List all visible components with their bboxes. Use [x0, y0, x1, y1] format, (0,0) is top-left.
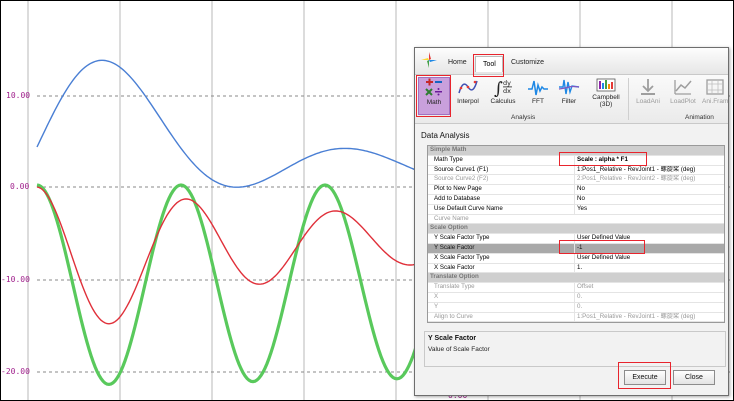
- grid-row[interactable]: X 0.: [428, 292, 724, 303]
- grid-row-value[interactable]: 0.: [574, 292, 722, 302]
- grid-row[interactable]: Y 0.: [428, 302, 724, 313]
- grid-row[interactable]: X Scale Factor Type User Defined Value: [428, 253, 724, 264]
- campbell-button-label: Campbell: [592, 94, 620, 101]
- data-analysis-window: Home Tool Customize Math Interpol ∫ dy d…: [414, 47, 729, 396]
- grid-row-value[interactable]: Offset: [574, 283, 722, 292]
- red-curve: [36, 186, 422, 325]
- grid-row-key: X: [434, 292, 439, 300]
- highlight-execute-button: [618, 362, 671, 389]
- loadani-icon: [641, 79, 655, 95]
- grid-row-key: Math Type: [434, 155, 463, 163]
- grid-row-value[interactable]: Yes: [574, 204, 722, 214]
- campbell-button-sublabel: (3D): [599, 101, 613, 108]
- grid-row-value[interactable]: No: [574, 185, 722, 194]
- y-axis-label-10: 10.00: [6, 91, 31, 100]
- ribbon-separator: [628, 78, 629, 120]
- loadani-button-label: LoadAni: [636, 98, 660, 105]
- grid-row-key: Align to Curve: [434, 312, 473, 320]
- grid-row-value[interactable]: 1:Pos1_Relative - RevJoint1 - 螺旋桨 (deg): [574, 165, 722, 175]
- highlight-math-button: [416, 75, 451, 117]
- aniframe-icon: [706, 79, 724, 95]
- screenshot-frame: 10.00 0.00 -10.00 -20.00 0.00 Home Tool …: [0, 0, 734, 401]
- calculus-button[interactable]: ∫ dy dx Calculus: [488, 77, 518, 111]
- filter-button-label: Filter: [561, 98, 577, 105]
- grid-row-key: X Scale Factor Type: [434, 253, 490, 261]
- help-title: Y Scale Factor: [428, 335, 477, 342]
- highlight-math-type: [559, 152, 647, 166]
- grid-row[interactable]: Curve Name: [428, 215, 724, 225]
- grid-row-key: Y: [434, 302, 439, 310]
- grid-row-value[interactable]: 0.: [574, 302, 722, 312]
- interpol-button[interactable]: Interpol: [455, 77, 481, 111]
- loadplot-button[interactable]: LoadPlot: [668, 77, 698, 111]
- y-axis-label-0: 0.00: [10, 182, 30, 191]
- group-label-animation: Animation: [685, 114, 714, 121]
- filter-button[interactable]: Filter: [557, 77, 581, 111]
- calculus-button-label: Calculus: [490, 98, 516, 105]
- grid-row-key: Source Curve2 (F2): [434, 175, 489, 183]
- svg-text:dx: dx: [503, 87, 511, 95]
- fft-icon: [528, 80, 548, 96]
- grid-row[interactable]: X Scale Factor 1.: [428, 263, 724, 274]
- y-axis-label-neg10: -10.00: [1, 275, 30, 284]
- group-label-analysis: Analysis: [511, 114, 536, 121]
- tab-customize[interactable]: Customize: [511, 59, 544, 66]
- data-analysis-title: Data Analysis: [421, 131, 470, 140]
- grid-row-key: Use Default Curve Name: [434, 204, 503, 212]
- filter-icon: [558, 79, 580, 95]
- grid-row-value[interactable]: No: [574, 194, 722, 204]
- grid-row-key: Y Scale Factor: [434, 243, 475, 251]
- grid-row[interactable]: Plot to New Page No: [428, 185, 724, 195]
- ribbon: Math Interpol ∫ dy dx Calculus FFT Filte…: [415, 75, 728, 124]
- svg-text:dy: dy: [503, 79, 511, 87]
- grid-row-key: Curve Name: [434, 214, 469, 222]
- highlight-y-scale-factor: [559, 240, 645, 254]
- aniframe-button-label: Ani.Fram: [702, 98, 729, 105]
- close-button[interactable]: Close: [673, 370, 715, 385]
- grid-row-value[interactable]: 1:Pos1_Relative - RevJoint1 - 螺旋桨 (deg): [574, 312, 722, 322]
- highlight-tool-tab: [473, 54, 504, 77]
- svg-text:∫: ∫: [494, 79, 503, 97]
- interpol-button-label: Interpol: [457, 98, 479, 105]
- app-logo-icon[interactable]: [420, 51, 438, 74]
- grid-row[interactable]: Add to Database No: [428, 194, 724, 205]
- grid-row-key: Translate Option: [430, 273, 479, 281]
- property-help-panel: Y Scale Factor Value of Scale Factor: [424, 331, 726, 367]
- grid-row-key: Scale Option: [430, 224, 468, 232]
- y-axis-label-neg20: -20.00: [1, 367, 30, 376]
- ribbon-tabs: Home Tool Customize: [415, 48, 728, 75]
- grid-section-header: Translate Option: [428, 273, 724, 284]
- fft-button-label: FFT: [532, 98, 544, 105]
- grid-row[interactable]: Use Default Curve Name Yes: [428, 204, 724, 215]
- grid-row-value[interactable]: 1.: [574, 263, 722, 273]
- grid-row[interactable]: Source Curve1 (F1) 1:Pos1_Relative - RevJ…: [428, 165, 724, 176]
- grid-row-key: Plot to New Page: [434, 185, 482, 193]
- grid-row-key: Simple Math: [430, 146, 467, 153]
- campbell-icon: [596, 78, 616, 92]
- grid-row-key: Translate Type: [434, 283, 475, 291]
- grid-row-key: Source Curve1 (F1): [434, 165, 489, 173]
- blue-curve: [36, 59, 422, 188]
- aniframe-button[interactable]: Ani.Fram: [702, 77, 728, 111]
- grid-row[interactable]: Translate Type Offset: [428, 283, 724, 293]
- loadplot-icon: [674, 80, 692, 95]
- green-curve: [36, 183, 423, 387]
- loadani-button[interactable]: LoadAni: [634, 77, 662, 111]
- tab-home[interactable]: Home: [448, 59, 467, 66]
- grid-row[interactable]: Align to Curve 1:Pos1_Relative - RevJoint…: [428, 312, 724, 323]
- property-grid: Simple Math Math Type Scale : alpha * F1 So…: [427, 145, 725, 324]
- grid-row-key: Y Scale Factor Type: [434, 234, 490, 242]
- grid-row[interactable]: Source Curve2 (F2) 2:Pos1_Relative - RevJ…: [428, 175, 724, 186]
- grid-row-value[interactable]: User Defined Value: [574, 253, 722, 263]
- grid-row-key: X Scale Factor: [434, 263, 475, 271]
- loadplot-button-label: LoadPlot: [670, 98, 696, 105]
- fft-button[interactable]: FFT: [526, 77, 550, 111]
- calculus-icon: ∫ dy dx: [494, 79, 512, 97]
- help-description: Value of Scale Factor: [428, 346, 490, 353]
- interpol-icon: [458, 80, 478, 94]
- grid-section-header: Scale Option: [428, 224, 724, 235]
- campbell-button[interactable]: Campbell (3D): [589, 77, 623, 111]
- grid-row-key: Add to Database: [434, 194, 481, 202]
- grid-row-value[interactable]: 2:Pos1_Relative - RevJoint2 - 螺旋桨 (deg): [574, 175, 722, 185]
